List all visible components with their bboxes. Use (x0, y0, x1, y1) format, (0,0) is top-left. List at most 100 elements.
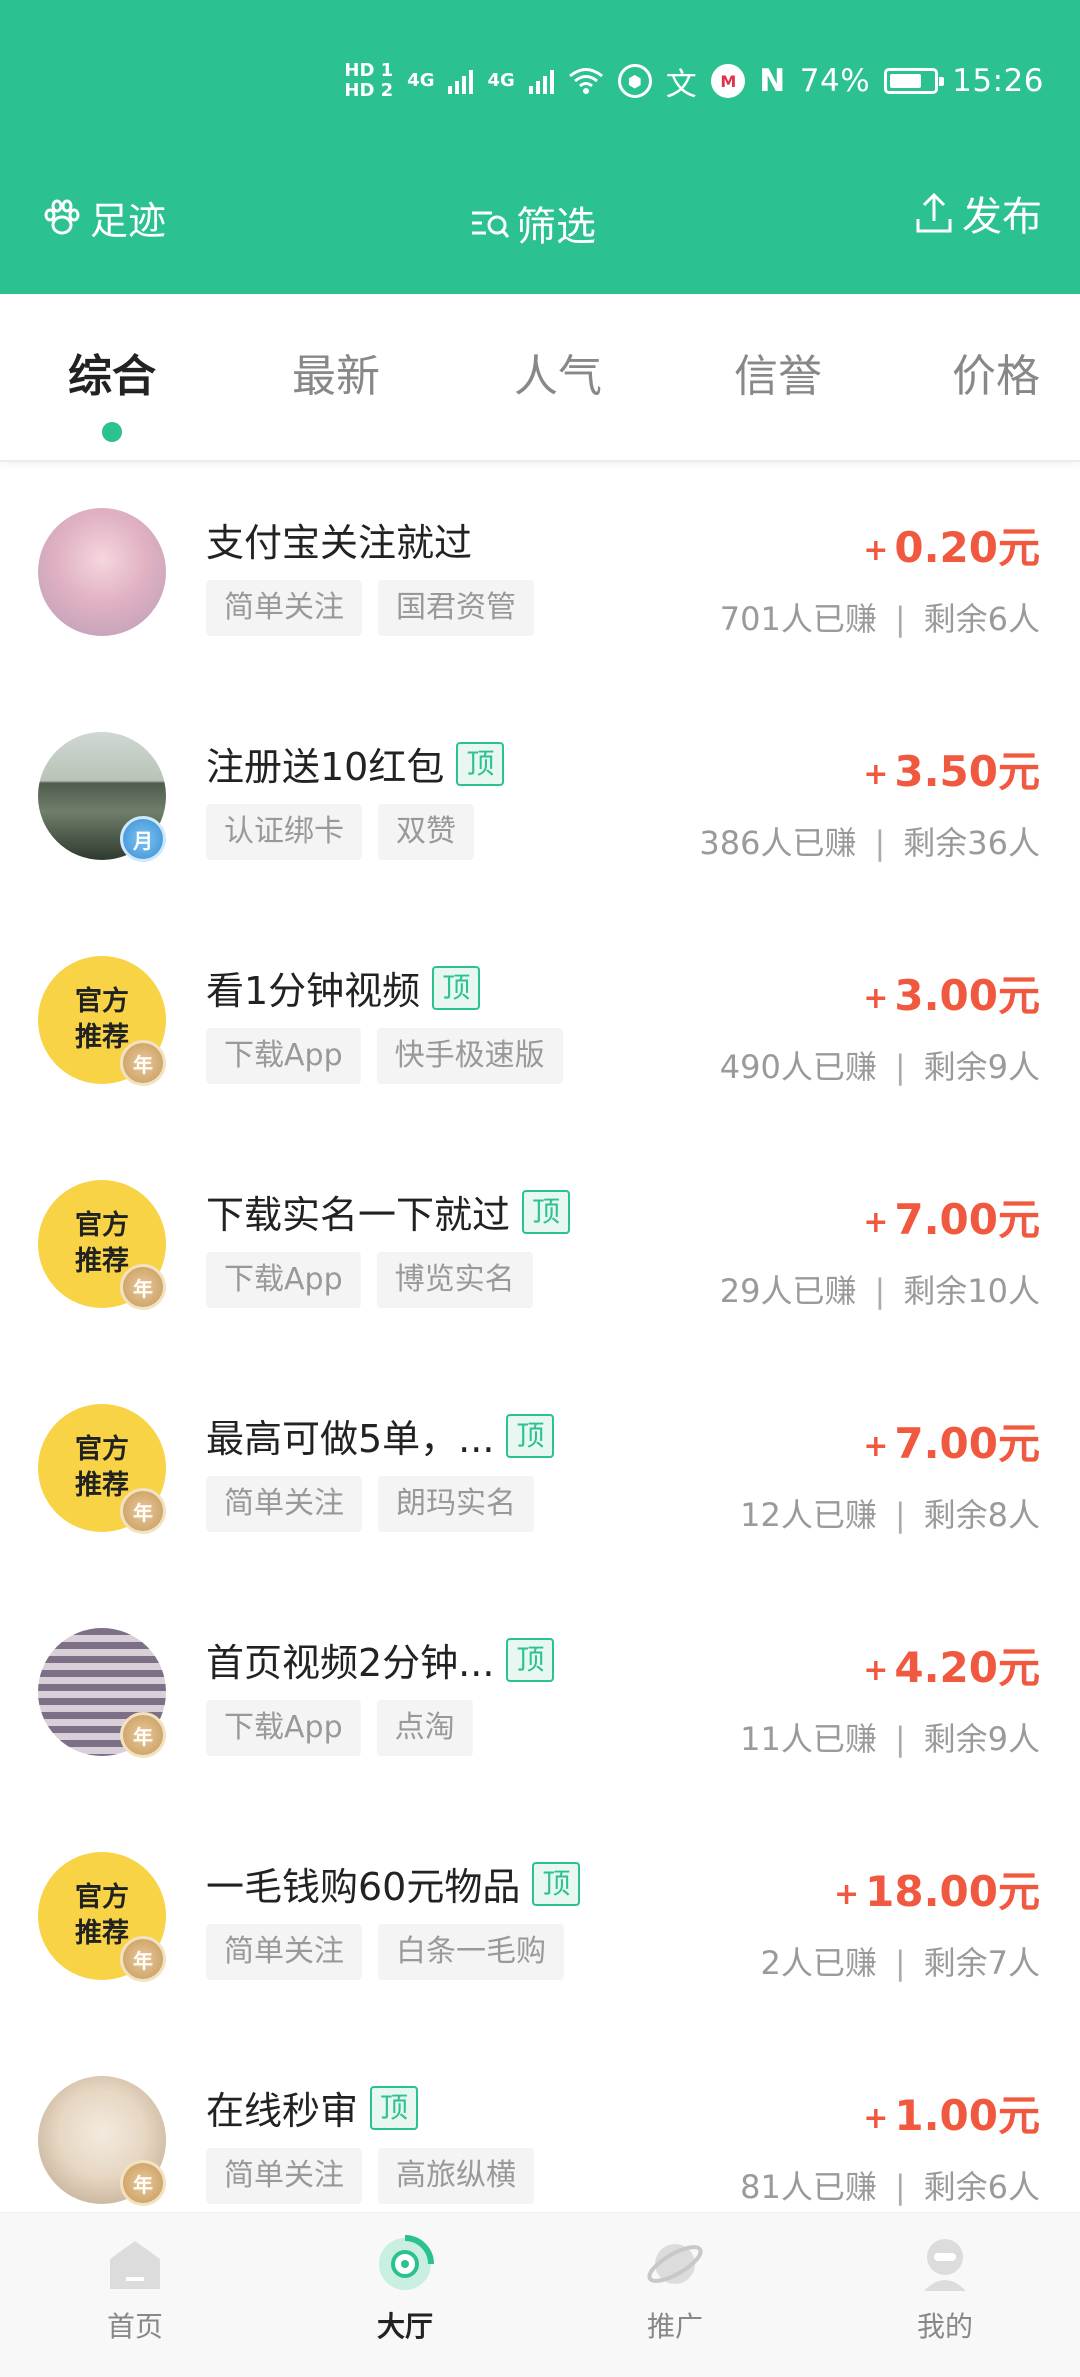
nav-home[interactable]: 首页 (0, 2213, 270, 2377)
stats-separator: | (894, 1048, 906, 1086)
official-text-1: 官方 (75, 1434, 129, 1465)
task-tag: 博览实名 (376, 1252, 533, 1308)
year-badge-icon: 年 (120, 1264, 166, 1310)
sort-tabs: 综合 最新 人气 信誉 价格 (0, 294, 1080, 462)
task-tag: 简单关注 (206, 1476, 362, 1532)
filter-button[interactable]: 筛选 (470, 194, 596, 252)
nav-hall-label: 大厅 (376, 2310, 433, 2343)
nav-promote[interactable]: 推广 (540, 2213, 810, 2377)
avatar (38, 508, 166, 636)
plus-sign: + (863, 2101, 889, 2136)
task-tags: 下载App 点淘 (206, 1700, 473, 1756)
pinned-badge: 顶 (456, 741, 505, 786)
nav-hall[interactable]: 大厅 (270, 2213, 540, 2377)
hd2-label: HD 2 (344, 80, 394, 101)
battery-percent: 74% (799, 63, 871, 99)
task-reward: +3.00元 (863, 962, 1040, 1023)
task-title: 在线秒审 (206, 2089, 359, 2133)
task-tag: 下载App (206, 1252, 361, 1308)
status-bar: HD 1 HD 2 4G 4G ⬢ 文 M N 74% 15:26 (344, 56, 1044, 106)
remaining-count: 剩余36人 (903, 824, 1040, 862)
tab-price[interactable]: 价格 (952, 340, 1040, 404)
task-tag: 国君资管 (378, 580, 534, 636)
earned-count: 81人已赚 (740, 2168, 877, 2206)
hd-indicator: HD 1 HD 2 (344, 61, 393, 101)
official-text-1: 官方 (75, 1210, 129, 1241)
bottom-navigation: 首页 大厅 推广 我的 (0, 2212, 1080, 2377)
task-tag: 简单关注 (206, 2148, 362, 2204)
tab-popularity[interactable]: 人气 (514, 340, 602, 404)
footprint-label: 足迹 (90, 199, 167, 243)
task-stats: 81人已赚 | 剩余6人 (740, 2162, 1040, 2208)
earned-count: 11人已赚 (740, 1720, 877, 1758)
home-icon (110, 2241, 160, 2289)
task-row[interactable]: 官方 推荐 年 下载实名一下就过 顶 下载App 博览实名 +7.00元 29人… (0, 1134, 1080, 1358)
task-title-wrap: 注册送10红包 顶 (206, 736, 505, 791)
nav-profile[interactable]: 我的 (810, 2213, 1080, 2377)
task-stats: 12人已赚 | 剩余8人 (740, 1490, 1040, 1536)
year-badge-icon: 年 (120, 1488, 166, 1534)
official-text-1: 官方 (75, 1882, 129, 1913)
stats-separator: | (894, 600, 906, 638)
task-stats: 11人已赚 | 剩余9人 (740, 1714, 1040, 1760)
official-text-2: 推荐 (75, 1022, 129, 1053)
paw-icon (44, 199, 80, 234)
task-title-wrap: 首页视频2分钟... 顶 (206, 1632, 555, 1687)
task-reward: +3.50元 (863, 738, 1040, 799)
task-reward: +7.00元 (863, 1410, 1040, 1471)
year-badge-icon: 年 (120, 1936, 166, 1982)
task-row[interactable]: 月 注册送10红包 顶 认证绑卡 双赞 +3.50元 386人已赚 | 剩余36人 (0, 686, 1080, 910)
earned-count: 490人已赚 (719, 1048, 877, 1086)
nav-profile-label: 我的 (916, 2310, 973, 2343)
task-row[interactable]: 年 首页视频2分钟... 顶 下载App 点淘 +4.20元 11人已赚 | 剩余9… (0, 1582, 1080, 1806)
task-row[interactable]: 官方 推荐 年 看1分钟视频 顶 下载App 快手极速版 +3.00元 490人… (0, 910, 1080, 1134)
remaining-count: 剩余6人 (923, 2168, 1040, 2206)
task-row[interactable]: 官方 推荐 年 最高可做5单，... 顶 简单关注 朗玛实名 +7.00元 12… (0, 1358, 1080, 1582)
task-tag: 下载App (206, 1700, 361, 1756)
task-reward: +18.00元 (834, 1858, 1040, 1919)
task-title: 支付宝关注就过 (206, 521, 473, 565)
task-tags: 简单关注 白条一毛购 (206, 1924, 564, 1980)
task-title-wrap: 看1分钟视频 顶 (206, 960, 481, 1015)
hd1-label: HD 1 (344, 60, 394, 81)
task-title: 看1分钟视频 (206, 969, 421, 1013)
tab-credit[interactable]: 信誉 (734, 340, 822, 404)
stats-separator: | (894, 1720, 906, 1758)
task-title-wrap: 一毛钱购60元物品 顶 (206, 1856, 581, 1911)
year-badge-icon: 年 (120, 2160, 166, 2206)
task-stats: 490人已赚 | 剩余9人 (720, 1042, 1040, 1088)
wifi-icon (568, 68, 603, 94)
signal-icon (448, 68, 474, 94)
active-tab-indicator (102, 422, 122, 442)
plus-sign: + (834, 1877, 860, 1912)
footprint-button[interactable]: 足迹 (42, 190, 166, 245)
month-badge-icon: 月 (120, 816, 166, 862)
task-row[interactable]: 官方 推荐 年 一毛钱购60元物品 顶 简单关注 白条一毛购 +18.00元 2… (0, 1806, 1080, 2030)
official-text-2: 推荐 (75, 1470, 129, 1501)
shield-icon: ⬢ (617, 64, 652, 98)
plus-sign: + (863, 533, 889, 568)
task-tag: 白条一毛购 (378, 1924, 564, 1980)
battery-icon (884, 68, 945, 94)
pinned-badge: 顶 (522, 1189, 571, 1234)
signal-icon (528, 68, 554, 94)
task-stats: 2人已赚 | 剩余7人 (760, 1938, 1040, 1984)
task-row[interactable]: 支付宝关注就过 简单关注 国君资管 +0.20元 701人已赚 | 剩余6人 (0, 462, 1080, 686)
task-title: 最高可做5单，... (206, 1417, 495, 1461)
tab-latest[interactable]: 最新 (292, 340, 380, 404)
year-badge-icon: 年 (120, 1040, 166, 1086)
remaining-count: 剩余9人 (923, 1048, 1040, 1086)
task-tag: 简单关注 (206, 1924, 362, 1980)
reward-amount: 3.50元 (894, 747, 1040, 796)
publish-label: 发布 (962, 194, 1042, 240)
reward-amount: 7.00元 (894, 1195, 1040, 1244)
app-header: HD 1 HD 2 4G 4G ⬢ 文 M N 74% 15:26 足迹 筛选 … (0, 0, 1080, 294)
task-stats: 701人已赚 | 剩余6人 (720, 594, 1040, 640)
publish-button[interactable]: 发布 (914, 184, 1042, 242)
reward-amount: 7.00元 (894, 1419, 1040, 1468)
hall-icon (379, 2235, 434, 2290)
nfc-icon: N (759, 63, 786, 99)
earned-count: 29人已赚 (719, 1272, 857, 1310)
stats-separator: | (874, 1272, 886, 1310)
tab-comprehensive[interactable]: 综合 (68, 340, 156, 404)
